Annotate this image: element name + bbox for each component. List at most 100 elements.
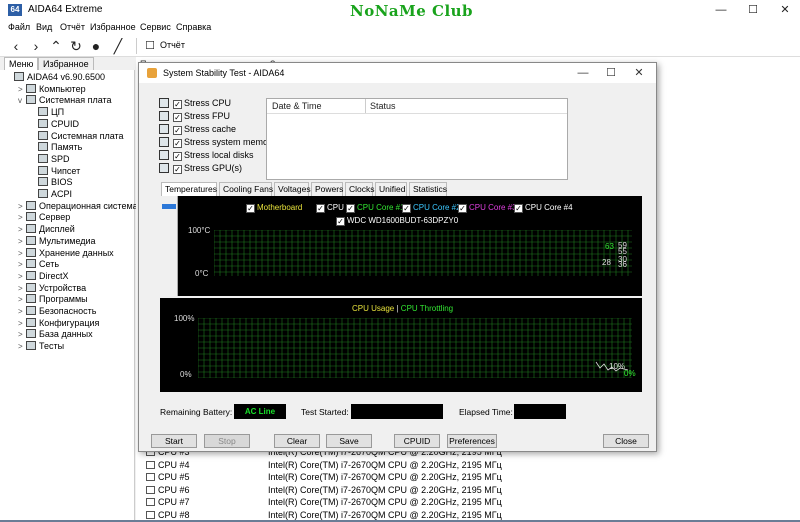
expand-arrow-icon[interactable]: > <box>18 307 26 316</box>
table-row[interactable]: CPU #6 Intel(R) Core(TM) i7-2670QM CPU @ … <box>146 485 502 497</box>
expand-arrow-icon[interactable]: > <box>18 202 26 211</box>
tab-voltages[interactable]: Voltages <box>274 182 311 196</box>
legend-checkbox[interactable]: ✓ <box>402 204 411 213</box>
legend-item[interactable]: ✓ CPU Core #2 <box>402 203 461 213</box>
tree-item[interactable]: > Устройства <box>18 282 86 295</box>
stress-option[interactable]: ✓ Stress system memory <box>159 137 276 150</box>
tab-temperatures[interactable]: Temperatures <box>161 182 217 197</box>
tree-item[interactable]: > Операционная система <box>18 200 138 213</box>
tree-item[interactable]: v Системная плата <box>18 95 112 107</box>
tab-statistics[interactable]: Statistics <box>409 182 447 196</box>
expand-arrow-icon[interactable]: > <box>18 342 26 351</box>
tree-item[interactable]: > Компьютер <box>18 83 86 96</box>
report-button[interactable]: Отчёт <box>160 40 185 50</box>
legend-checkbox[interactable]: ✓ <box>514 204 523 213</box>
tree-item[interactable]: Память <box>30 142 82 154</box>
stress-checkbox[interactable]: ✓ <box>173 113 182 122</box>
expand-arrow-icon[interactable]: > <box>18 295 26 304</box>
collapse-arrow-icon[interactable]: v <box>18 96 26 105</box>
legend-item[interactable]: ✓ CPU Core #4 <box>514 203 573 213</box>
tree-item[interactable]: Системная плата <box>30 130 124 143</box>
close-button[interactable]: ✕ <box>770 0 800 20</box>
menu-help[interactable]: Справка <box>176 22 211 32</box>
expand-arrow-icon[interactable]: > <box>18 319 26 328</box>
table-row[interactable]: CPU #5 Intel(R) Core(TM) i7-2670QM CPU @ … <box>146 472 502 484</box>
stress-option[interactable]: ✓ Stress cache <box>159 124 236 137</box>
save-button[interactable]: Save <box>326 434 372 448</box>
tree-item[interactable]: BIOS <box>30 177 73 189</box>
menu-report[interactable]: Отчёт <box>60 22 85 32</box>
clear-button[interactable]: Clear <box>274 434 320 448</box>
dialog-close-action-button[interactable]: Close <box>603 434 649 448</box>
back-icon[interactable]: ‹ <box>8 38 24 54</box>
legend-item[interactable]: ✓ CPU <box>316 203 344 213</box>
menu-service[interactable]: Сервис <box>140 22 171 32</box>
legend-checkbox[interactable]: ✓ <box>458 204 467 213</box>
up-icon[interactable]: ⌃ <box>48 38 64 54</box>
start-button[interactable]: Start <box>151 434 197 448</box>
table-row[interactable]: CPU #4 Intel(R) Core(TM) i7-2670QM CPU @ … <box>146 460 502 472</box>
tree-item[interactable]: > База данных <box>18 329 93 341</box>
expand-arrow-icon[interactable]: > <box>18 272 26 281</box>
dialog-minimize-button[interactable]: — <box>569 63 597 83</box>
legend-checkbox[interactable]: ✓ <box>316 204 325 213</box>
dialog-close-button[interactable]: ✕ <box>625 63 653 83</box>
tree-item[interactable]: > Конфигурация <box>18 317 99 330</box>
stress-checkbox[interactable]: ✓ <box>173 100 182 109</box>
legend-item[interactable]: ✓ Motherboard <box>246 203 302 213</box>
tree-item[interactable]: CPUID <box>30 118 79 131</box>
sensor-scroll-thumb[interactable] <box>162 204 176 209</box>
tab-cooling-fans[interactable]: Cooling Fans <box>219 182 273 196</box>
user-icon[interactable]: ● <box>88 38 104 54</box>
expand-arrow-icon[interactable]: > <box>18 237 26 246</box>
expand-arrow-icon[interactable]: > <box>18 85 26 94</box>
preferences-button[interactable]: Preferences <box>447 434 497 448</box>
tree-item[interactable]: > DirectX <box>18 270 69 283</box>
stress-option[interactable]: ✓ Stress GPU(s) <box>159 163 242 176</box>
legend-checkbox[interactable]: ✓ <box>246 204 255 213</box>
legend-item[interactable]: ✓ CPU Core #3 <box>458 203 517 213</box>
tree-item[interactable]: > Программы <box>18 294 88 306</box>
expand-arrow-icon[interactable]: > <box>18 284 26 293</box>
tree-item[interactable]: ЦП <box>30 107 64 119</box>
log-header-datetime[interactable]: Date & Time <box>272 101 322 111</box>
expand-arrow-icon[interactable]: > <box>18 330 26 339</box>
menu-view[interactable]: Вид <box>36 22 52 32</box>
chart-icon[interactable]: ╱ <box>110 38 126 54</box>
tree-item[interactable]: > Мультимедиа <box>18 235 96 248</box>
sensor-scroll-strip[interactable] <box>160 196 178 296</box>
expand-arrow-icon[interactable]: > <box>18 225 26 234</box>
tree-item[interactable]: > Тесты <box>18 341 64 353</box>
stress-checkbox[interactable]: ✓ <box>173 152 182 161</box>
log-header-status[interactable]: Status <box>370 101 396 111</box>
expand-arrow-icon[interactable]: > <box>18 249 26 258</box>
tree-item[interactable]: > Хранение данных <box>18 247 114 260</box>
stress-option[interactable]: ✓ Stress local disks <box>159 150 254 163</box>
tree-item[interactable]: > Безопасность <box>18 306 96 318</box>
stress-option[interactable]: ✓ Stress CPU <box>159 98 231 111</box>
cpuid-button[interactable]: CPUID <box>394 434 440 448</box>
maximize-button[interactable]: ☐ <box>738 0 768 20</box>
report-icon[interactable]: ☐ <box>142 38 158 54</box>
refresh-icon[interactable]: ↻ <box>68 38 84 54</box>
minimize-button[interactable]: — <box>706 0 736 20</box>
legend-item[interactable]: ✓ CPU Core #1 <box>346 203 405 213</box>
tree-item[interactable]: > Сеть <box>18 259 59 271</box>
tab-menu[interactable]: Меню <box>4 57 39 71</box>
stress-checkbox[interactable]: ✓ <box>173 165 182 174</box>
legend-disk-checkbox[interactable]: ✓ <box>336 217 345 226</box>
tree-item[interactable]: AIDA64 v6.90.6500 <box>6 72 105 84</box>
expand-arrow-icon[interactable]: > <box>18 260 26 269</box>
tree-item[interactable]: SPD <box>30 153 70 166</box>
menu-file[interactable]: Файл <box>8 22 30 32</box>
tree-item[interactable]: > Дисплей <box>18 224 75 236</box>
dialog-maximize-button[interactable]: ☐ <box>597 63 625 83</box>
tab-unified[interactable]: Unified <box>375 182 407 196</box>
menu-favorites[interactable]: Избранное <box>90 22 136 32</box>
tab-powers[interactable]: Powers <box>311 182 343 196</box>
tree-item[interactable]: Чипсет <box>30 165 80 178</box>
stop-button[interactable]: Stop <box>204 434 250 448</box>
expand-arrow-icon[interactable]: > <box>18 213 26 222</box>
table-row[interactable]: CPU #7 Intel(R) Core(TM) i7-2670QM CPU @ … <box>146 497 502 509</box>
stress-option[interactable]: ✓ Stress FPU <box>159 111 230 124</box>
